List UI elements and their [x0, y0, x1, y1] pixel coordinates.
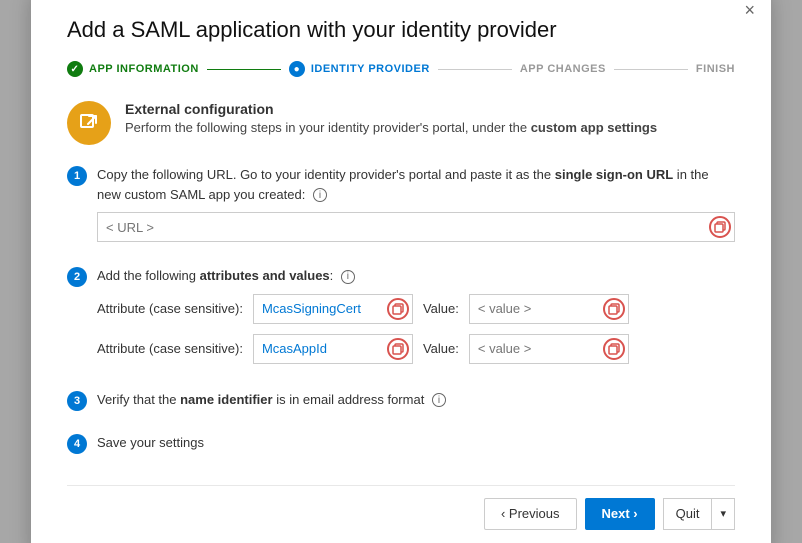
- url-input-wrapper: [97, 212, 735, 242]
- step-label-app-information: APP INFORMATION: [89, 63, 199, 75]
- external-config-icon: [67, 101, 111, 145]
- step-num-4: 4: [67, 434, 87, 454]
- next-button[interactable]: Next ›: [585, 498, 655, 530]
- value-input-wrap-1: [469, 294, 629, 324]
- step-line-2: [438, 69, 512, 70]
- info-icon-3[interactable]: i: [432, 393, 446, 407]
- attr-label-2: Attribute (case sensitive):: [97, 341, 243, 356]
- quit-split-button: Quit ▾: [663, 498, 735, 530]
- attr-input-wrap-1: [253, 294, 413, 324]
- step-text-1: Copy the following URL. Go to your ident…: [97, 165, 735, 204]
- info-icon-1[interactable]: i: [313, 188, 327, 202]
- step-line-1: [207, 69, 281, 70]
- step-label-finish: FINISH: [696, 63, 735, 75]
- quit-arrow-button[interactable]: ▾: [711, 498, 735, 530]
- step-row-3: 3 Verify that the name identifier is in …: [67, 390, 735, 418]
- step-text-3: Verify that the name identifier is in em…: [97, 390, 735, 410]
- value-label-2: Value:: [423, 341, 459, 356]
- step-icon-identity-provider: ●: [289, 61, 305, 77]
- stepper: ✓ APP INFORMATION ● IDENTITY PROVIDER AP…: [67, 61, 735, 77]
- step-num-3: 3: [67, 391, 87, 411]
- info-icon-2[interactable]: i: [341, 270, 355, 284]
- previous-button[interactable]: ‹ Previous: [484, 498, 577, 530]
- value-copy-button-2[interactable]: [603, 338, 625, 360]
- url-input-row: [97, 212, 735, 242]
- step-icon-app-information: ✓: [67, 61, 83, 77]
- section-text: External configuration Perform the follo…: [125, 101, 657, 135]
- url-input[interactable]: [97, 212, 735, 242]
- section-description: Perform the following steps in your iden…: [125, 120, 657, 135]
- modal-title: Add a SAML application with your identit…: [67, 17, 735, 43]
- value-input-wrap-2: [469, 334, 629, 364]
- modal-overlay: × Add a SAML application with your ident…: [0, 0, 802, 543]
- step-row-2: 2 Add the following attributes and value…: [67, 266, 735, 374]
- attr-copy-button-1[interactable]: [387, 298, 409, 320]
- modal-dialog: × Add a SAML application with your ident…: [31, 0, 771, 543]
- step-finish: FINISH: [696, 63, 735, 75]
- modal-footer: ‹ Previous Next › Quit ▾: [67, 485, 735, 530]
- section-title: External configuration: [125, 101, 657, 117]
- value-label-1: Value:: [423, 301, 459, 316]
- step-label-app-changes: APP CHANGES: [520, 63, 606, 75]
- step-label-identity-provider: IDENTITY PROVIDER: [311, 63, 430, 75]
- step-row-1: 1 Copy the following URL. Go to your ide…: [67, 165, 735, 250]
- step-text-2: Add the following attributes and values:…: [97, 266, 735, 286]
- step-content-4: Save your settings: [97, 433, 735, 461]
- step-content-3: Verify that the name identifier is in em…: [97, 390, 735, 418]
- step-content-2: Add the following attributes and values:…: [97, 266, 735, 374]
- section-header: External configuration Perform the follo…: [67, 101, 735, 145]
- step-num-2: 2: [67, 267, 87, 287]
- attr-input-wrap-2: [253, 334, 413, 364]
- step-line-3: [614, 69, 688, 70]
- url-copy-button[interactable]: [709, 216, 731, 238]
- value-copy-button-1[interactable]: [603, 298, 625, 320]
- attr-copy-button-2[interactable]: [387, 338, 409, 360]
- close-button[interactable]: ×: [744, 1, 755, 19]
- step-app-information: ✓ APP INFORMATION: [67, 61, 199, 77]
- step-app-changes: APP CHANGES: [520, 63, 606, 75]
- attr-row-1: Attribute (case sensitive): Value:: [97, 294, 735, 324]
- step-num-1: 1: [67, 166, 87, 186]
- attr-row-2: Attribute (case sensitive): Value:: [97, 334, 735, 364]
- step-identity-provider: ● IDENTITY PROVIDER: [289, 61, 430, 77]
- quit-button[interactable]: Quit: [663, 498, 712, 530]
- step-row-4: 4 Save your settings: [67, 433, 735, 461]
- step-content-1: Copy the following URL. Go to your ident…: [97, 165, 735, 250]
- step-text-4: Save your settings: [97, 433, 735, 453]
- attr-label-1: Attribute (case sensitive):: [97, 301, 243, 316]
